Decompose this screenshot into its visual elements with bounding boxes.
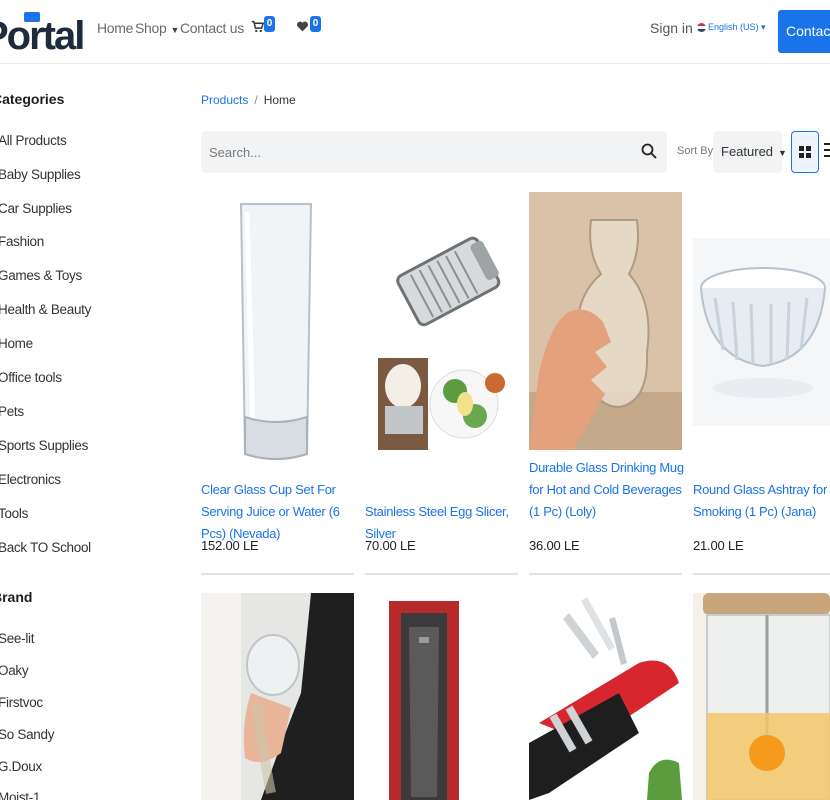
- language-selector[interactable]: English (US) ▾: [697, 22, 766, 33]
- category-item[interactable]: Pets: [0, 404, 24, 419]
- product-image[interactable]: [201, 593, 354, 800]
- product-name[interactable]: Clear Glass Cup Set For Serving Juice or…: [201, 479, 356, 545]
- sort-select[interactable]: Featured ▼: [713, 131, 787, 173]
- breadcrumb-separator: /: [254, 93, 258, 107]
- product-divider: [693, 573, 830, 575]
- product-name-text: Round Glass Ashtray for Smoking (1 Pc) (…: [693, 482, 827, 519]
- cart-icon[interactable]: [251, 20, 265, 36]
- categories-title: Categories: [0, 91, 65, 107]
- product-image[interactable]: [693, 238, 830, 426]
- sign-in-link[interactable]: Sign in: [650, 20, 693, 36]
- category-item[interactable]: Back TO School: [0, 540, 91, 555]
- category-item[interactable]: Baby Supplies: [0, 167, 81, 182]
- product-price: 152.00 LE: [201, 538, 259, 553]
- brand-item[interactable]: Firstvoc: [0, 695, 43, 710]
- wishlist-count-badge: 0: [310, 16, 321, 32]
- product-divider: [365, 573, 518, 575]
- grid-icon: [799, 146, 811, 158]
- category-item[interactable]: Fashion: [0, 234, 44, 249]
- brand-item[interactable]: Moist-1: [0, 790, 40, 800]
- nav-home[interactable]: Home: [97, 20, 133, 36]
- caret-down-icon: ▼: [170, 25, 180, 35]
- category-item[interactable]: Office tools: [0, 370, 62, 385]
- brand-item[interactable]: Oaky: [0, 663, 29, 678]
- search-icon[interactable]: [641, 143, 657, 159]
- brand-item[interactable]: So Sandy: [0, 727, 54, 742]
- category-item[interactable]: Home: [0, 336, 33, 351]
- product-image[interactable]: [201, 192, 354, 467]
- category-item[interactable]: Electronics: [0, 472, 61, 487]
- category-item[interactable]: All Products: [0, 133, 67, 148]
- search-input[interactable]: [209, 131, 629, 173]
- brand-title: Brand: [0, 589, 33, 605]
- nav-shop[interactable]: Shop ▼: [135, 20, 179, 36]
- brand-item[interactable]: G.Doux: [0, 759, 42, 774]
- category-item[interactable]: Car Supplies: [0, 201, 72, 216]
- sort-select-value: Featured: [721, 144, 774, 159]
- logo[interactable]: Portal: [0, 10, 85, 58]
- breadcrumb: Products / Home: [201, 93, 296, 107]
- category-item[interactable]: Games & Toys: [0, 268, 82, 283]
- flag-icon: [697, 23, 706, 33]
- product-divider: [529, 573, 682, 575]
- heart-icon[interactable]: [296, 20, 309, 36]
- brand-item[interactable]: See-lit: [0, 631, 34, 646]
- product-price: 70.00 LE: [365, 538, 416, 553]
- product-image[interactable]: [693, 593, 830, 800]
- category-item[interactable]: Tools: [0, 506, 28, 521]
- product-image[interactable]: [365, 226, 518, 452]
- sort-by-label: Sort By:: [677, 145, 717, 157]
- product-name[interactable]: Durable Glass Drinking Mug for Hot and C…: [529, 457, 684, 523]
- logo-mark: [24, 12, 40, 22]
- search-box: [201, 131, 667, 173]
- product-divider: [201, 573, 354, 575]
- product-price: 36.00 LE: [529, 538, 580, 553]
- product-image[interactable]: [529, 593, 682, 800]
- category-item[interactable]: Sports Supplies: [0, 438, 88, 453]
- contact-us-button[interactable]: Contact Us: [778, 10, 830, 53]
- category-item[interactable]: Health & Beauty: [0, 302, 91, 317]
- site-header: Portal Home Shop▼ Contact us 0 0 Sign in…: [0, 0, 830, 64]
- product-price: 21.00 LE: [693, 538, 744, 553]
- language-label: English (US): [708, 22, 759, 32]
- breadcrumb-products-link[interactable]: Products: [201, 93, 248, 107]
- breadcrumb-current: Home: [263, 93, 296, 107]
- list-icon: [824, 143, 830, 157]
- caret-down-icon: ▾: [761, 22, 766, 32]
- product-image[interactable]: [365, 597, 518, 800]
- list-view-button[interactable]: [824, 141, 830, 164]
- grid-view-button[interactable]: [791, 131, 819, 173]
- caret-down-icon: ▼: [778, 148, 787, 158]
- cart-count-badge: 0: [264, 16, 275, 32]
- product-name[interactable]: Round Glass Ashtray for Smoking (1 Pc) (…: [693, 479, 830, 523]
- nav-contact-us[interactable]: Contact us: [180, 20, 244, 36]
- product-image[interactable]: [529, 192, 682, 450]
- logo-text: Portal: [0, 14, 85, 58]
- nav-shop-label: Shop: [135, 20, 167, 36]
